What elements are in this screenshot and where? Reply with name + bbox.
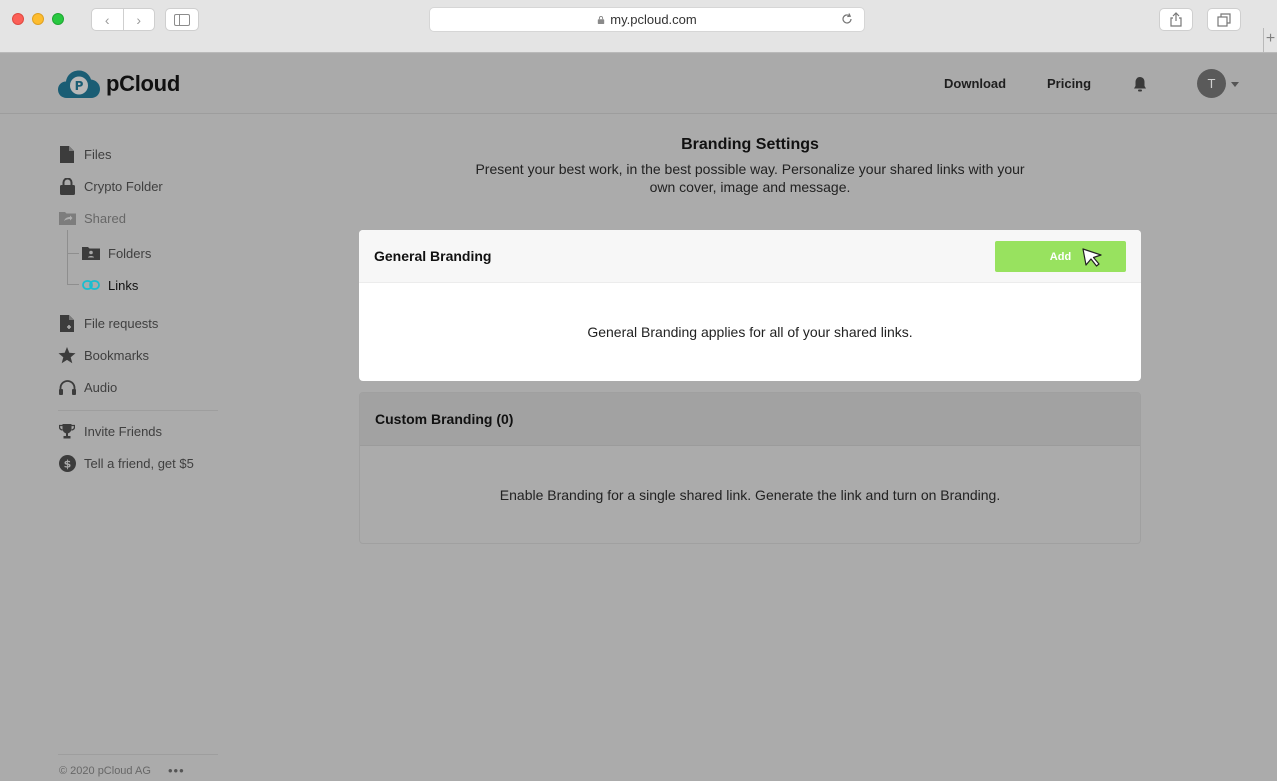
share-button[interactable]	[1159, 8, 1193, 31]
reload-icon[interactable]	[840, 12, 854, 26]
general-branding-text: General Branding applies for all of your…	[587, 324, 913, 340]
history-nav: ‹ ›	[91, 8, 155, 31]
copyright-text: © 2020 pCloud AG	[59, 765, 151, 777]
sidebar-item-label: Invite Friends	[84, 423, 163, 439]
sidebar-icon	[174, 13, 190, 26]
pricing-link[interactable]: Pricing	[1047, 76, 1091, 91]
svg-text:$: $	[63, 457, 71, 470]
custom-branding-panel: Custom Branding (0) Enable Branding for …	[359, 392, 1141, 544]
dollar-icon: $	[58, 454, 76, 472]
svg-text:P: P	[75, 79, 84, 93]
sidebar-item-label: Audio	[84, 379, 118, 395]
custom-branding-title: Custom Branding (0)	[375, 411, 514, 427]
tree-branch	[67, 284, 79, 285]
tree-branch	[67, 253, 79, 254]
sidebar-item-crypto-folder[interactable]: Crypto Folder	[58, 177, 163, 195]
add-button[interactable]: Add	[995, 241, 1126, 272]
shared-folder-icon	[58, 212, 76, 225]
zoom-window-button[interactable]	[52, 13, 64, 25]
sidebar-item-invite-friends[interactable]: Invite Friends	[58, 422, 162, 440]
custom-branding-body: Enable Branding for a single shared link…	[360, 446, 1140, 543]
browser-toolbar: ‹ › my.pcloud.com +	[0, 0, 1277, 53]
sidebar-item-label: Files	[84, 146, 112, 162]
pcloud-logo[interactable]: P pCloud	[58, 68, 180, 100]
download-link[interactable]: Download	[944, 76, 1006, 91]
sidebar-divider	[58, 410, 218, 411]
general-branding-title: General Branding	[374, 248, 492, 264]
address-bar[interactable]: my.pcloud.com	[429, 7, 865, 32]
folder-user-icon	[82, 247, 100, 260]
sidebar-toggle-button[interactable]	[165, 8, 199, 31]
url-text: my.pcloud.com	[610, 12, 697, 27]
sidebar-item-label: Shared	[84, 210, 126, 226]
general-branding-header: General Branding Add	[359, 230, 1141, 283]
tabs-icon	[1217, 12, 1231, 27]
close-window-button[interactable]	[12, 13, 24, 25]
forward-button[interactable]: ›	[122, 9, 155, 30]
pcloud-cloud-icon: P	[58, 70, 100, 98]
trophy-icon	[59, 423, 75, 438]
new-tab-button[interactable]: +	[1263, 28, 1277, 52]
page-title: Branding Settings	[681, 136, 819, 153]
sidebar-item-files[interactable]: Files	[58, 145, 111, 163]
custom-branding-text: Enable Branding for a single shared link…	[499, 487, 1001, 503]
custom-branding-header: Custom Branding (0)	[360, 393, 1140, 446]
sidebar-item-label: Folders	[108, 245, 152, 261]
bell-icon[interactable]	[1133, 76, 1147, 92]
sidebar-item-label: Tell a friend, get $5	[84, 455, 194, 471]
user-avatar[interactable]: T	[1197, 69, 1226, 98]
back-button[interactable]: ‹	[92, 9, 123, 30]
sidebar-item-folders[interactable]: Folders	[82, 244, 151, 262]
logo-text: pCloud	[106, 71, 180, 96]
tabs-overview-button[interactable]	[1207, 8, 1241, 31]
sidebar-item-label: Links	[108, 277, 139, 293]
tree-line	[67, 230, 68, 284]
general-branding-panel: General Branding Add General Branding ap…	[359, 230, 1141, 381]
sidebar-item-tell-a-friend[interactable]: $ Tell a friend, get $5	[58, 454, 194, 472]
sidebar-item-audio[interactable]: Audio	[58, 378, 117, 396]
link-icon	[82, 280, 100, 290]
avatar-initial: T	[1207, 76, 1216, 91]
share-icon	[1170, 12, 1182, 27]
sidebar-item-label: Bookmarks	[84, 347, 150, 363]
sidebar-item-file-requests[interactable]: File requests	[58, 314, 158, 332]
lock-icon	[59, 177, 75, 195]
file-request-icon	[59, 314, 74, 332]
star-icon	[58, 346, 76, 363]
file-icon	[60, 145, 74, 163]
sidebar-item-bookmarks[interactable]: Bookmarks	[58, 346, 149, 364]
lock-icon	[598, 15, 605, 24]
sidebar-item-label: File requests	[84, 315, 159, 331]
more-button[interactable]: •••	[168, 763, 185, 778]
general-branding-body: General Branding applies for all of your…	[359, 283, 1141, 381]
sidebar-footer-divider	[58, 754, 218, 755]
chevron-down-icon[interactable]	[1231, 82, 1239, 87]
headphones-icon	[58, 379, 76, 395]
sidebar-item-links[interactable]: Links	[82, 276, 138, 294]
mouse-cursor-icon	[1082, 248, 1102, 267]
app-header: P pCloud Download Pricing T	[0, 54, 1277, 114]
page-description: Present your best work, in the best poss…	[475, 161, 1025, 195]
sidebar-item-shared[interactable]: Shared	[58, 209, 126, 227]
minimize-window-button[interactable]	[32, 13, 44, 25]
sidebar-item-label: Crypto Folder	[84, 178, 163, 194]
